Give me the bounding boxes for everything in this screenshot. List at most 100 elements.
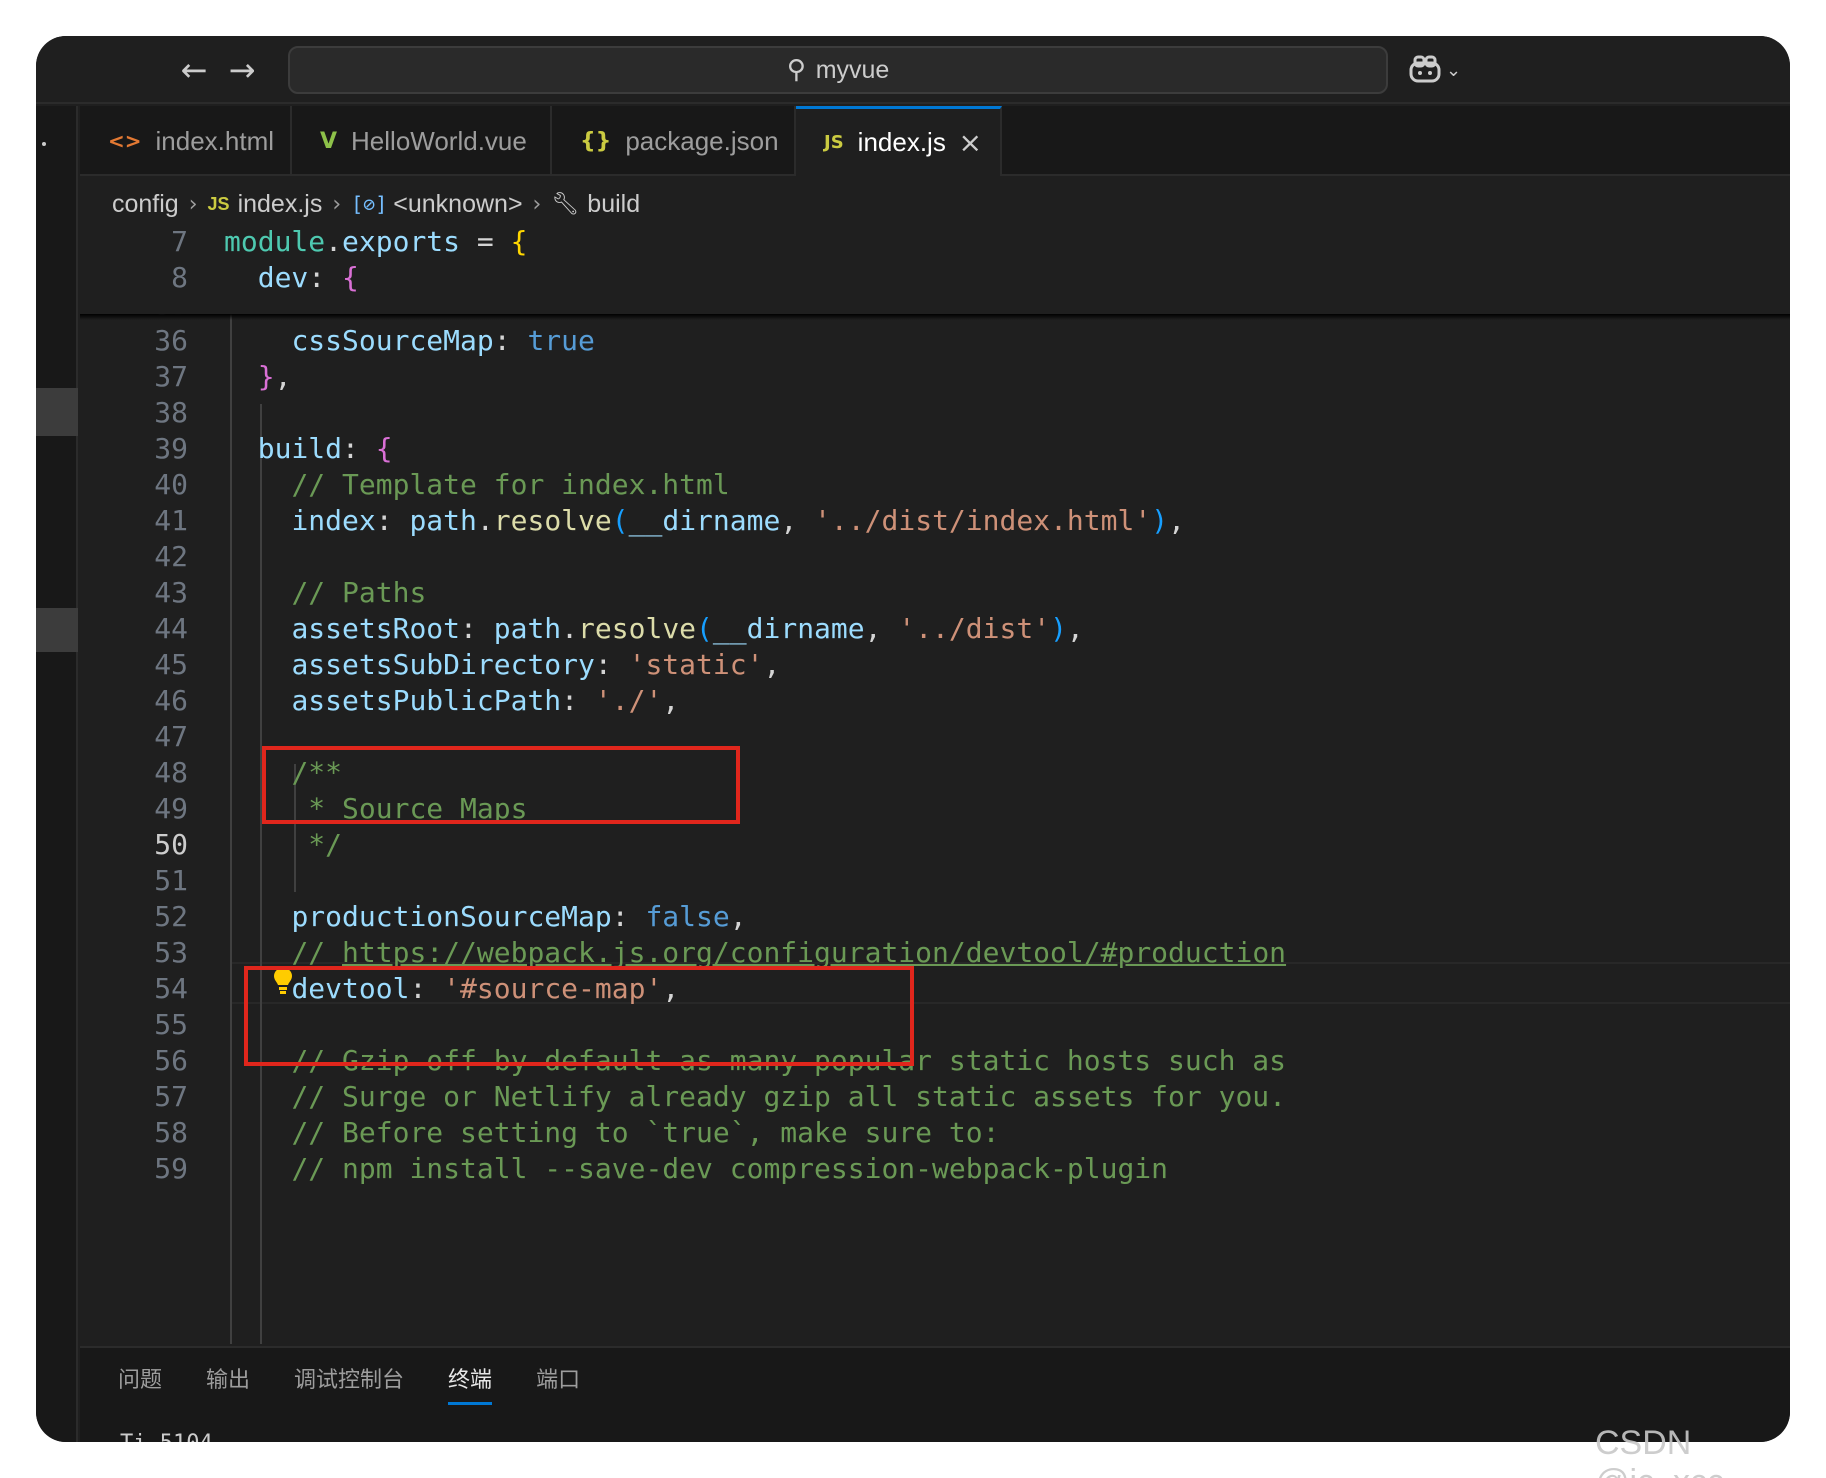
code-line[interactable]: 7 module.exports = { — [80, 230, 1790, 260]
line-number: 58 — [154, 1116, 188, 1149]
code-line[interactable]: 8 dev: { — [80, 260, 1790, 296]
breadcrumb-symbol[interactable]: <unknown> — [393, 190, 522, 219]
code-token: . — [476, 504, 494, 537]
code-line[interactable]: 38 — [80, 395, 1790, 431]
code-token: : — [611, 900, 646, 933]
breadcrumb-folder[interactable]: config — [112, 190, 179, 219]
code-line[interactable]: 57 // Surge or Netlify already gzip all … — [80, 1079, 1790, 1115]
code-token: __dirname — [712, 612, 865, 645]
line-number: 47 — [154, 720, 188, 753]
code-token: dev — [257, 261, 309, 294]
code-text: module.exports = { — [224, 230, 527, 260]
line-number: 53 — [154, 936, 188, 969]
code-token: : — [375, 504, 410, 537]
code-token: productionSourceMap — [291, 900, 612, 933]
code-token: assetsSubDirectory — [291, 648, 595, 681]
code-line[interactable]: 46 assetsPublicPath: './', — [80, 683, 1790, 719]
panel-tab[interactable]: 输出 — [206, 1362, 250, 1405]
editor-window: ← → ⚲ myvue ⌄ <> index.html V HelloWorld… — [36, 36, 1790, 1442]
panel-tab[interactable]: 端口 — [536, 1362, 580, 1405]
code-line[interactable]: 50 */ — [80, 827, 1790, 863]
code-line[interactable]: 36 cssSourceMap: true — [80, 323, 1790, 359]
code-token: build — [257, 432, 343, 465]
code-line[interactable]: 43 // Paths — [80, 575, 1790, 611]
code-token: , — [864, 612, 899, 645]
code-line[interactable]: 45 assetsSubDirectory: 'static', — [80, 647, 1790, 683]
line-number: 48 — [154, 756, 188, 789]
code-token: : — [594, 648, 629, 681]
code-token: resolve — [493, 504, 612, 537]
code-text: */ — [224, 827, 342, 863]
tab-helloworld-vue[interactable]: V HelloWorld.vue — [292, 106, 552, 176]
code-token: false — [645, 900, 730, 933]
line-number: 51 — [154, 864, 188, 897]
panel-tabs: 问题 输出 调试控制台 终端 端口 — [118, 1362, 624, 1405]
code-token: , — [729, 900, 747, 933]
code-line[interactable]: 58 // Before setting to `true`, make sur… — [80, 1115, 1790, 1151]
panel-tab[interactable]: 问题 — [118, 1362, 162, 1405]
watermark: CSDN @ic_xcc — [1595, 1424, 1724, 1478]
copilot-button[interactable]: ⌄ — [1408, 48, 1472, 92]
line-number: 57 — [154, 1080, 188, 1113]
tab-label: index.html — [155, 125, 275, 156]
code-token: : — [460, 612, 494, 645]
panel-tab[interactable]: 调试控制台 — [294, 1362, 404, 1405]
close-icon[interactable]: × — [959, 126, 982, 159]
code-token: . — [325, 230, 343, 258]
code-line[interactable]: 40 // Template for index.html — [80, 467, 1790, 503]
code-token: path — [409, 504, 477, 537]
code-line[interactable]: 44 assetsRoot: path.resolve(__dirname, '… — [80, 611, 1790, 647]
chevron-right-icon: › — [532, 191, 542, 217]
line-number: 52 — [154, 900, 188, 933]
code-line[interactable]: 52 productionSourceMap: false, — [80, 899, 1790, 935]
code-token: { — [342, 261, 359, 294]
tab-label: index.js — [857, 127, 946, 157]
code-token: resolve — [578, 612, 697, 645]
code-line[interactable]: 42 — [80, 539, 1790, 575]
code-token: exports — [342, 230, 461, 258]
code-token: '../dist/index.html' — [814, 504, 1152, 537]
tab-index-js[interactable]: JS index.js × — [796, 106, 1002, 176]
code-line[interactable]: 41 index: path.resolve(__dirname, '../di… — [80, 503, 1790, 539]
code-line[interactable]: 51 — [80, 863, 1790, 899]
code-line[interactable]: 39 build: { — [80, 431, 1790, 467]
code-text: productionSourceMap: false, — [224, 899, 747, 935]
breadcrumb-leaf[interactable]: build — [587, 190, 640, 219]
code-token: } — [257, 360, 275, 393]
search-text: myvue — [815, 55, 890, 84]
code-line[interactable]: 59 // npm install --save-dev compression… — [80, 1151, 1790, 1187]
line-number: 36 — [154, 324, 188, 357]
code-token: : — [561, 684, 595, 717]
code-token: ( — [611, 504, 629, 537]
code-token: ) — [1050, 612, 1067, 645]
more-icon[interactable] — [42, 142, 46, 146]
panel-tab[interactable]: 终端 — [448, 1362, 493, 1405]
line-number: 59 — [154, 1152, 188, 1185]
code-text: // Before setting to `true`, make sure t… — [224, 1115, 999, 1151]
code-token: , — [780, 504, 815, 537]
breadcrumb-file[interactable]: index.js — [238, 190, 323, 219]
arrow-left-icon[interactable]: ← — [174, 50, 214, 90]
highlight-box-production-source-map — [244, 966, 914, 1066]
tab-index-html[interactable]: <> index.html — [80, 106, 292, 176]
sticky-shadow — [80, 314, 1790, 320]
tab-package-json[interactable]: {} package.json — [552, 106, 796, 176]
command-center-search[interactable]: ⚲ myvue — [288, 46, 1388, 94]
code-token: : — [308, 261, 343, 294]
line-number: 46 — [154, 684, 188, 717]
code-token: assetsRoot — [291, 612, 461, 645]
scroll-marker — [36, 608, 78, 652]
json-file-icon: {} — [580, 128, 612, 154]
line-number: 38 — [154, 396, 188, 429]
code-line[interactable]: 37 }, — [80, 359, 1790, 395]
arrow-right-icon[interactable]: → — [222, 50, 262, 90]
